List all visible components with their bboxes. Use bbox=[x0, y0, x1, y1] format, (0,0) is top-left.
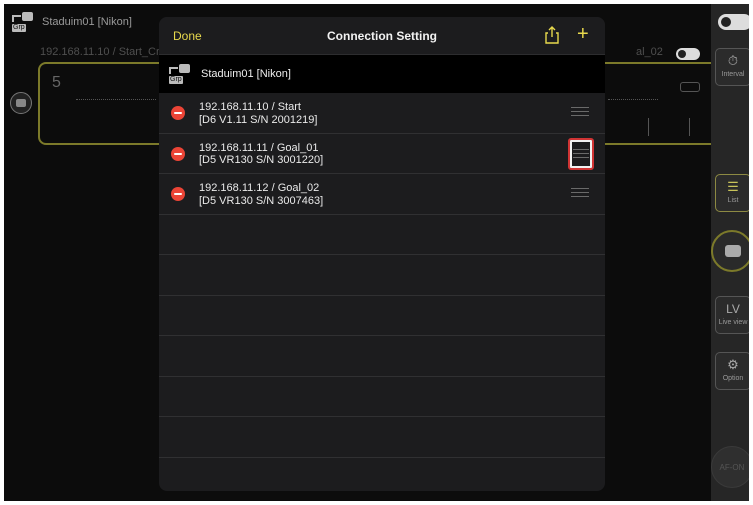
camera-info: 192.168.11.11 / Goal_01 [D5 VR130 S/N 30… bbox=[199, 142, 323, 167]
list-item[interactable]: 192.168.11.11 / Goal_01 [D5 VR130 S/N 30… bbox=[159, 134, 605, 174]
list-item[interactable]: 192.168.11.12 / Goal_02 [D5 VR130 S/N 30… bbox=[159, 174, 605, 215]
reorder-handle-icon[interactable] bbox=[571, 188, 589, 200]
interval-button[interactable]: ⏱ Interval bbox=[715, 48, 749, 86]
empty-row bbox=[159, 377, 605, 417]
delete-icon[interactable] bbox=[171, 146, 185, 161]
background-camera-label: 192.168.11.10 / Start_Cr bbox=[40, 46, 160, 58]
background-goal-label: al_02 bbox=[636, 46, 663, 58]
modal-header: Done Connection Setting + bbox=[159, 17, 605, 55]
background-scale-right bbox=[608, 99, 658, 103]
empty-row bbox=[159, 417, 605, 458]
shutter-button[interactable] bbox=[711, 230, 749, 272]
background-group-title: Grp Staduim01 [Nikon] bbox=[12, 12, 132, 32]
empty-row bbox=[159, 255, 605, 296]
camera-details: [D5 VR130 S/N 3007463] bbox=[199, 194, 324, 207]
background-camera-icon[interactable] bbox=[10, 92, 32, 114]
app-screen: Grp Staduim01 [Nikon] 192.168.11.10 / St… bbox=[4, 4, 749, 501]
background-frame-bracket bbox=[648, 118, 690, 136]
group-label: Staduim01 [Nikon] bbox=[201, 68, 291, 80]
list-icon: ☰ bbox=[727, 179, 739, 194]
lv-icon: LV bbox=[726, 302, 740, 316]
camera-address: 192.168.11.11 / Goal_01 bbox=[199, 141, 319, 154]
reorder-handle-icon[interactable] bbox=[568, 137, 594, 170]
live-view-label: Live view bbox=[718, 319, 748, 326]
add-icon[interactable]: + bbox=[577, 23, 589, 45]
option-button[interactable]: ⚙ Option bbox=[715, 352, 749, 390]
camera-info: 192.168.11.12 / Goal_02 [D5 VR130 S/N 30… bbox=[199, 182, 323, 207]
background-scale bbox=[76, 99, 156, 103]
camera-address: 192.168.11.12 / Goal_02 bbox=[199, 182, 320, 194]
share-icon[interactable] bbox=[544, 26, 560, 44]
group-camera-icon: Grp bbox=[169, 64, 191, 84]
af-on-button[interactable]: AF-ON bbox=[711, 446, 749, 488]
reorder-handle-icon[interactable] bbox=[571, 107, 589, 119]
group-camera-icon: Grp bbox=[12, 12, 34, 32]
timer-icon: ⏱ bbox=[727, 53, 739, 68]
background-group-label: Staduim01 [Nikon] bbox=[42, 16, 132, 28]
option-label: Option bbox=[722, 375, 744, 382]
background-dial-number: 5 bbox=[52, 74, 61, 91]
list-item[interactable]: 192.168.11.10 / Start [D6 V1.11 S/N 2001… bbox=[159, 93, 605, 134]
live-view-button[interactable]: LV Live view bbox=[715, 296, 749, 334]
camera-address: 192.168.11.10 / Start bbox=[199, 101, 301, 113]
camera-list: 192.168.11.10 / Start [D6 V1.11 S/N 2001… bbox=[159, 93, 605, 458]
group-header: Grp Staduim01 [Nikon] bbox=[159, 55, 605, 93]
sidebar-toggle[interactable] bbox=[718, 14, 749, 30]
gear-icon: ⚙ bbox=[727, 357, 739, 372]
delete-icon[interactable] bbox=[171, 106, 185, 120]
list-label: List bbox=[727, 197, 739, 204]
connection-setting-modal: Done Connection Setting + Grp Staduim01 … bbox=[159, 17, 605, 491]
delete-icon[interactable] bbox=[171, 187, 185, 201]
empty-row bbox=[159, 296, 605, 336]
camera-details: [D6 V1.11 S/N 2001219] bbox=[199, 113, 318, 126]
list-button[interactable]: ☰ List bbox=[715, 174, 749, 212]
camera-details: [D5 VR130 S/N 3001220] bbox=[199, 154, 324, 166]
interval-label: Interval bbox=[721, 71, 745, 78]
camera-info: 192.168.11.10 / Start [D6 V1.11 S/N 2001… bbox=[199, 101, 317, 126]
empty-row bbox=[159, 336, 605, 377]
empty-row bbox=[159, 215, 605, 255]
background-toggle[interactable] bbox=[676, 48, 700, 60]
modal-title: Connection Setting bbox=[327, 29, 437, 43]
background-indicator bbox=[680, 82, 700, 92]
